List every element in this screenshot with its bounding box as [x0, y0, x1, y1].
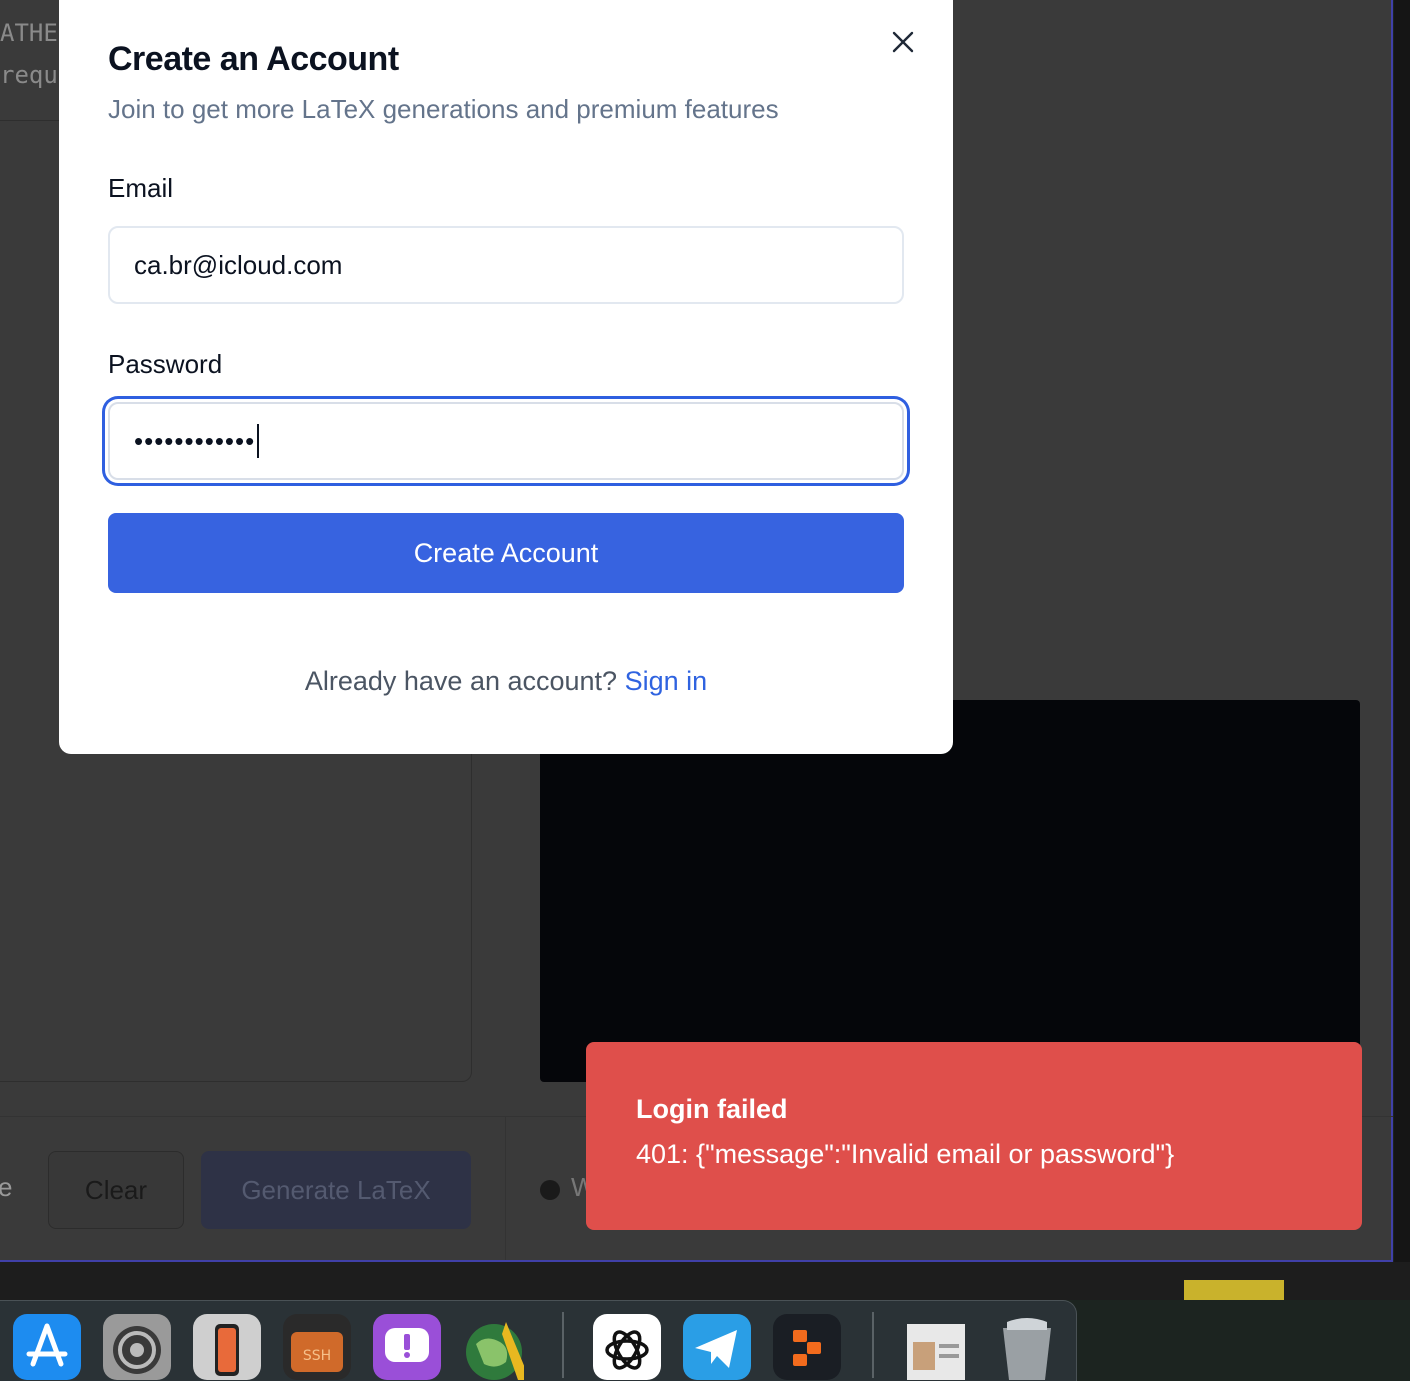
- text-caret: [257, 424, 260, 458]
- feedback-icon[interactable]: [373, 1314, 441, 1380]
- desktop-window-edge: [1184, 1280, 1284, 1300]
- system-settings-icon[interactable]: [103, 1314, 171, 1380]
- email-value: ca.br@icloud.com: [134, 249, 343, 280]
- chatgpt-icon[interactable]: [593, 1314, 661, 1380]
- close-button[interactable]: [885, 24, 921, 60]
- divider: [505, 1116, 506, 1260]
- desktop-background: [1394, 0, 1410, 1300]
- document-icon[interactable]: [901, 1314, 969, 1380]
- app-store-icon[interactable]: [13, 1314, 81, 1380]
- password-value: ••••••••••••: [134, 425, 256, 456]
- close-icon: [892, 31, 914, 53]
- generate-latex-button[interactable]: Generate LaTeX: [201, 1151, 471, 1229]
- trash-icon[interactable]: [993, 1314, 1061, 1380]
- code-line: ATHE: [0, 19, 58, 47]
- create-account-modal: Create an Account Join to get more LaTeX…: [59, 0, 953, 754]
- signin-prompt: Already have an account?: [304, 666, 618, 696]
- svg-text:SSH: SSH: [303, 1348, 331, 1364]
- background-code-text: ATHE requ: [0, 12, 58, 96]
- modal-subtitle: Join to get more LaTeX generations and p…: [108, 94, 779, 124]
- error-toast[interactable]: Login failed 401: {"message":"Invalid em…: [586, 1042, 1362, 1230]
- password-field[interactable]: ••••••••••••: [108, 402, 904, 480]
- signin-link[interactable]: Sign in: [625, 666, 708, 696]
- iphone-mirroring-icon[interactable]: [193, 1314, 261, 1380]
- replit-icon[interactable]: [773, 1314, 841, 1380]
- code-line: requ: [0, 61, 58, 89]
- clear-button[interactable]: Clear: [48, 1151, 184, 1229]
- create-account-button[interactable]: Create Account: [108, 513, 904, 593]
- ssh-app-icon[interactable]: SSH: [283, 1314, 351, 1380]
- toast-title: Login failed: [636, 1094, 788, 1124]
- globe-app-icon[interactable]: [456, 1314, 524, 1380]
- password-label: Password: [108, 349, 223, 379]
- email-label: Email: [108, 173, 174, 203]
- modal-title: Create an Account: [108, 40, 399, 78]
- email-field[interactable]: ca.br@icloud.com: [108, 226, 904, 304]
- signin-row: Already have an account? Sign in: [59, 666, 953, 697]
- preview-panel: [540, 700, 1360, 1082]
- telegram-icon[interactable]: [683, 1314, 751, 1380]
- dock-separator: [872, 1312, 874, 1378]
- dock-separator: [562, 1312, 564, 1378]
- status-dot: [540, 1180, 560, 1200]
- partial-label: e: [0, 1172, 13, 1202]
- toast-message: 401: {"message":"Invalid email or passwo…: [636, 1139, 1175, 1169]
